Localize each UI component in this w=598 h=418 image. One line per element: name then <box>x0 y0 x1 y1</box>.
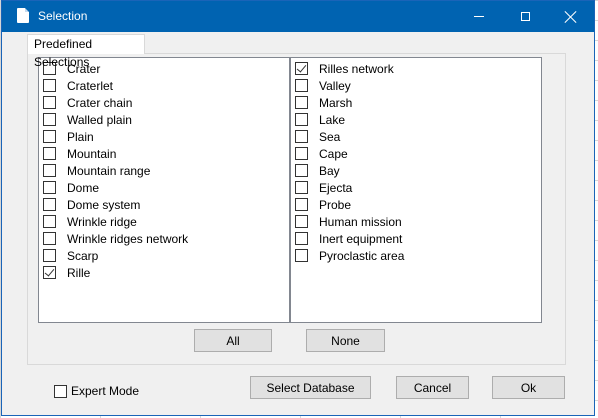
list-item-label: Crater chain <box>67 95 133 110</box>
list-item-label: Lake <box>319 112 346 127</box>
list-item[interactable]: Cape <box>295 145 348 162</box>
expert-mode-label: Expert Mode <box>71 384 140 398</box>
left-checklist[interactable]: CraterCraterletCrater chainWalled plainP… <box>38 57 290 323</box>
checkbox[interactable] <box>295 215 308 228</box>
cancel-button[interactable]: Cancel <box>396 376 469 399</box>
checkbox[interactable] <box>295 130 308 143</box>
all-button[interactable]: All <box>194 329 272 352</box>
list-item[interactable]: Wrinkle ridge <box>43 213 137 230</box>
list-item-label: Mountain range <box>67 163 151 178</box>
title-bar[interactable]: Selection <box>2 1 594 32</box>
list-item-label: Craterlet <box>67 78 114 93</box>
list-item-label: Probe <box>319 197 352 212</box>
checkbox[interactable] <box>43 266 56 279</box>
list-item[interactable]: Bay <box>295 162 340 179</box>
list-item[interactable]: Crater chain <box>43 94 132 111</box>
list-item-label: Ejecta <box>319 180 353 195</box>
close-icon <box>565 11 577 23</box>
list-item-label: Rilles network <box>319 61 394 76</box>
maximize-button[interactable] <box>502 1 548 32</box>
checkbox[interactable] <box>295 96 308 109</box>
checkbox[interactable] <box>295 113 308 126</box>
list-item-label: Pyroclastic area <box>319 248 405 263</box>
list-item[interactable]: Walled plain <box>43 111 132 128</box>
list-item[interactable]: Dome system <box>43 196 140 213</box>
list-item-label: Dome system <box>67 197 141 212</box>
list-item-label: Walled plain <box>67 112 132 127</box>
list-item[interactable]: Marsh <box>295 94 352 111</box>
expert-mode-checkbox[interactable]: Expert Mode <box>54 384 139 398</box>
list-item-label: Wrinkle ridge <box>67 214 137 229</box>
list-item[interactable]: Dome <box>43 179 99 196</box>
selection-dialog: Selection Predefined Selections CraterCr… <box>1 0 595 416</box>
list-item[interactable]: Human mission <box>295 213 402 230</box>
checkbox[interactable] <box>43 96 56 109</box>
list-item-label: Human mission <box>319 214 402 229</box>
list-item-label: Valley <box>319 78 351 93</box>
checkbox[interactable] <box>295 79 308 92</box>
checkbox[interactable] <box>43 164 56 177</box>
window-title: Selection <box>38 9 88 23</box>
list-item-label: Wrinkle ridges network <box>67 231 189 246</box>
list-item[interactable]: Craterlet <box>43 77 113 94</box>
list-item-label: Plain <box>67 129 94 144</box>
checkbox[interactable] <box>295 164 308 177</box>
minimize-button[interactable] <box>456 1 502 32</box>
tab-predefined-selections[interactable]: Predefined Selections <box>27 34 145 69</box>
checkbox[interactable] <box>43 181 56 194</box>
list-item-label: Bay <box>319 163 340 178</box>
list-item-label: Scarp <box>67 248 99 263</box>
expert-mode-box[interactable] <box>54 384 67 398</box>
list-item-label: Marsh <box>319 95 353 110</box>
list-item[interactable]: Scarp <box>43 247 98 264</box>
checkbox[interactable] <box>43 249 56 262</box>
list-item[interactable]: Mountain <box>43 145 116 162</box>
checkbox[interactable] <box>43 215 56 228</box>
checkbox[interactable] <box>43 113 56 126</box>
right-checklist[interactable]: Rilles network Valley Marsh Lake Sea Cape Bay E… <box>290 57 542 323</box>
checkbox[interactable] <box>43 130 56 143</box>
close-button[interactable] <box>548 1 594 32</box>
checkbox[interactable] <box>295 232 308 245</box>
checkbox[interactable] <box>43 79 56 92</box>
checkbox[interactable] <box>295 181 308 194</box>
list-item[interactable]: Lake <box>295 111 345 128</box>
checkbox[interactable] <box>295 198 308 211</box>
select-database-button[interactable]: Select Database <box>250 376 371 399</box>
app-icon <box>17 8 29 23</box>
list-item[interactable]: Wrinkle ridges network <box>43 230 188 247</box>
list-item[interactable]: Plain <box>43 128 94 145</box>
list-item[interactable]: Inert equipment <box>295 230 402 247</box>
list-item[interactable]: Probe <box>295 196 351 213</box>
list-item-label: Mountain <box>67 146 117 161</box>
list-item-label: Sea <box>319 129 341 144</box>
checkbox[interactable] <box>43 147 56 160</box>
list-item[interactable]: Ejecta <box>295 179 352 196</box>
list-item-label: Inert equipment <box>319 231 403 246</box>
list-item[interactable]: Rille <box>43 264 90 281</box>
ok-button[interactable]: Ok <box>492 376 565 399</box>
none-button[interactable]: None <box>306 329 385 352</box>
list-item-label: Rille <box>67 265 91 280</box>
list-item-label: Dome <box>67 180 100 195</box>
list-item[interactable]: Mountain range <box>43 162 150 179</box>
checkbox[interactable] <box>295 249 308 262</box>
list-item[interactable]: Pyroclastic area <box>295 247 404 264</box>
list-item[interactable]: Valley <box>295 77 351 94</box>
checkbox[interactable] <box>295 62 308 75</box>
minimize-icon <box>474 16 484 17</box>
checkbox[interactable] <box>43 232 56 245</box>
list-item[interactable]: Rilles network <box>295 60 394 77</box>
checkbox[interactable] <box>295 147 308 160</box>
list-item[interactable]: Sea <box>295 128 340 145</box>
list-item-label: Cape <box>319 146 348 161</box>
checkbox[interactable] <box>43 198 56 211</box>
maximize-icon <box>520 12 530 21</box>
